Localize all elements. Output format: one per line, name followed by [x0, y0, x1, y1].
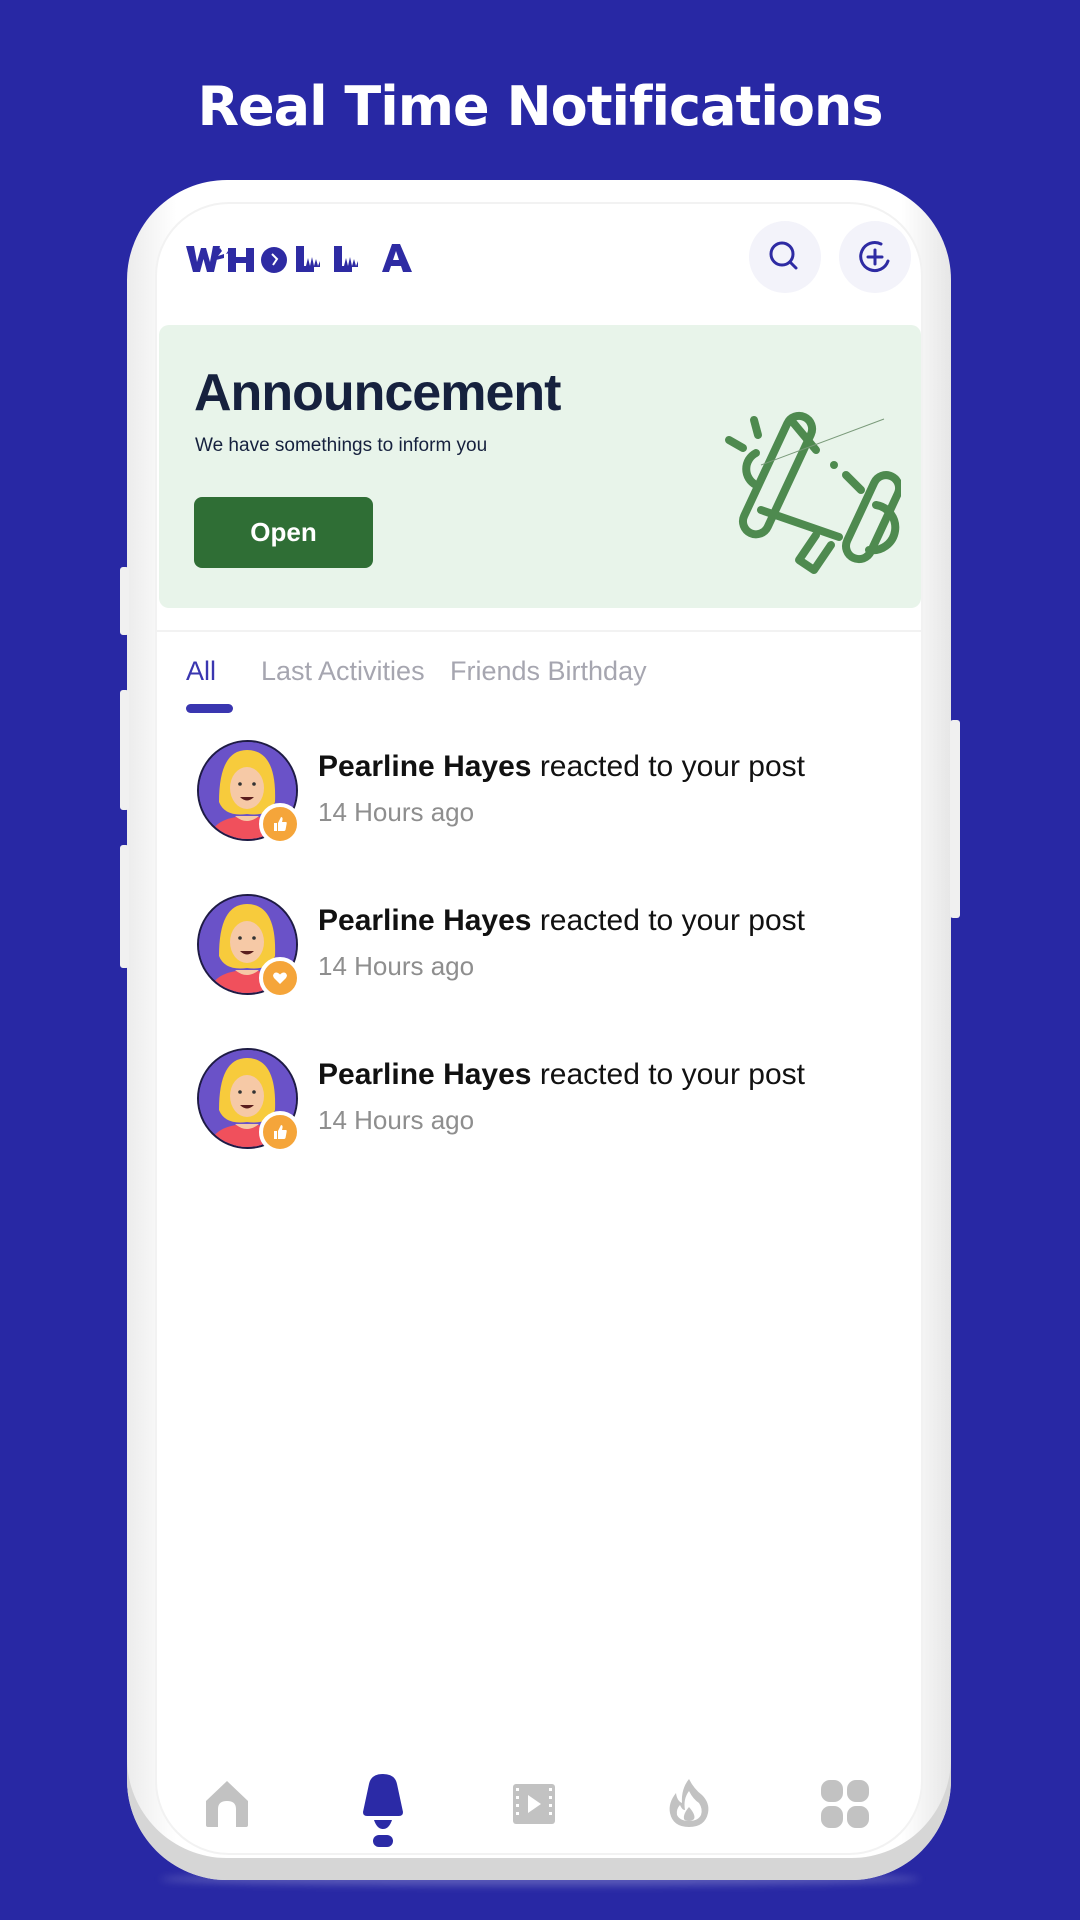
notification-item[interactable]: Pearline Hayes reacted to your post 14 H… [157, 896, 921, 1016]
notification-text: Pearline Hayes reacted to your post [318, 904, 805, 938]
notification-text: Pearline Hayes reacted to your post [318, 750, 805, 784]
tab-all[interactable]: All [186, 656, 216, 687]
notification-time: 14 Hours ago [318, 1105, 475, 1135]
add-button[interactable] [839, 221, 911, 293]
reaction-badge [259, 957, 301, 999]
phone-side-button [120, 567, 129, 635]
notification-user-name[interactable]: Pearline Hayes [318, 1058, 531, 1091]
tab-friends-birthday[interactable]: Friends Birthday [450, 656, 647, 687]
notification-tabs: All Last Activities Friends Birthday [186, 656, 906, 726]
thumbs-up-icon [274, 817, 287, 831]
announcement-subtitle: We have somethings to inform you [195, 435, 488, 456]
notification-time: 14 Hours ago [318, 797, 475, 827]
active-tab-indicator [186, 704, 233, 713]
announcement-card: Announcement We have somethings to infor… [159, 325, 921, 608]
fire-icon [669, 1779, 709, 1827]
reaction-badge [259, 1111, 301, 1153]
grid-icon [821, 1780, 869, 1828]
search-button[interactable] [749, 221, 821, 293]
wholla-logo [186, 242, 422, 276]
notification-action: reacted to your post [531, 904, 805, 937]
app-screen: Announcement We have somethings to infor… [157, 204, 921, 1853]
search-icon [769, 241, 798, 270]
phone-side-button [120, 690, 129, 810]
notification-user-name[interactable]: Pearline Hayes [318, 750, 531, 783]
nav-apps[interactable] [815, 1774, 875, 1834]
thumbs-up-icon [274, 1125, 287, 1139]
nav-trending[interactable] [659, 1774, 719, 1834]
promo-title: Real Time Notifications [197, 75, 883, 138]
video-icon [513, 1784, 555, 1824]
nav-notifications[interactable] [353, 1774, 413, 1834]
notification-item[interactable]: Pearline Hayes reacted to your post 14 H… [157, 742, 921, 862]
bottom-nav [157, 1764, 921, 1853]
notification-action: reacted to your post [531, 1058, 805, 1091]
notification-time: 14 Hours ago [318, 951, 475, 981]
reaction-badge [259, 803, 301, 845]
notification-action: reacted to your post [531, 750, 805, 783]
bell-icon [363, 1774, 403, 1829]
nav-videos[interactable] [504, 1774, 564, 1834]
home-icon [206, 1781, 248, 1827]
plus-circle-icon [859, 241, 890, 272]
notification-text: Pearline Hayes reacted to your post [318, 1058, 805, 1092]
open-button[interactable]: Open [194, 497, 373, 568]
divider [157, 630, 921, 632]
megaphone-icon [725, 411, 901, 574]
phone-side-button [950, 720, 960, 918]
announcement-title: Announcement [194, 364, 561, 422]
active-nav-indicator [373, 1835, 393, 1847]
notification-item[interactable]: Pearline Hayes reacted to your post 14 H… [157, 1050, 921, 1170]
tab-last-activities[interactable]: Last Activities [261, 656, 425, 687]
phone-side-button [120, 845, 129, 968]
heart-icon [273, 972, 287, 984]
nav-home[interactable] [197, 1774, 257, 1834]
notification-user-name[interactable]: Pearline Hayes [318, 904, 531, 937]
